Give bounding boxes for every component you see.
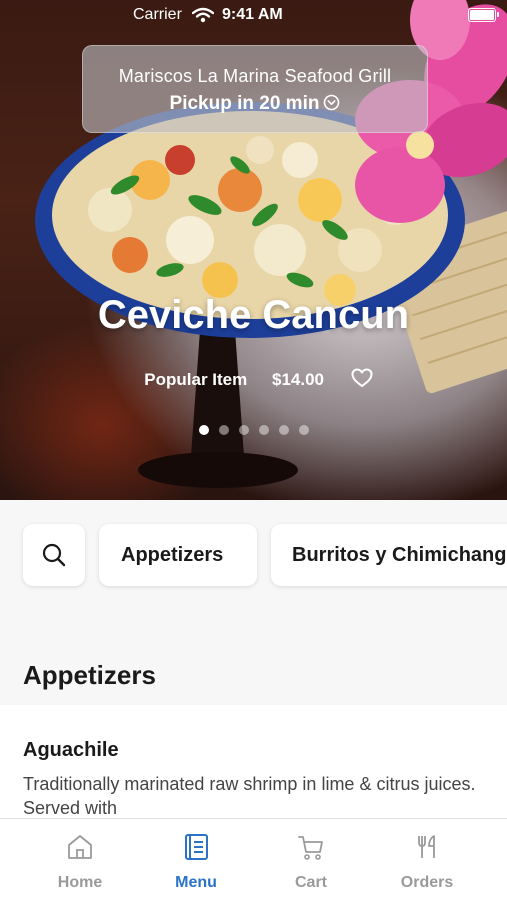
restaurant-name: Mariscos La Marina Seafood Grill	[118, 66, 392, 86]
carousel-dot[interactable]	[198, 425, 209, 435]
status-time: 9:41 AM	[222, 6, 283, 23]
search-icon	[42, 543, 66, 567]
featured-item-meta: Popular Item $14.00	[0, 368, 507, 390]
carousel-dot[interactable]	[218, 425, 229, 435]
pickup-time-selector[interactable]: Pickup in 20 min	[83, 93, 427, 115]
section-title: Appetizers	[23, 660, 156, 690]
search-button[interactable]	[23, 524, 85, 586]
hero-banner[interactable]: Carrier 9:41 AM Mariscos La Marina Seafo…	[0, 0, 507, 500]
featured-price: $14.00	[271, 370, 324, 389]
pickup-info-pill[interactable]: Mariscos La Marina Seafood Grill Pickup …	[82, 45, 428, 133]
wifi-icon	[192, 7, 214, 23]
tab-orders-label: Orders	[400, 874, 454, 891]
home-icon	[68, 835, 92, 859]
tab-home[interactable]: Home	[30, 833, 130, 892]
chevron-down-circle-icon	[324, 94, 340, 111]
fork-knife-icon	[418, 835, 435, 858]
carousel-dot[interactable]	[258, 425, 269, 435]
carrier-label: Carrier	[133, 6, 182, 23]
menu-item-description: Traditionally marinated raw shrimp in li…	[23, 774, 476, 818]
popular-badge: Popular Item	[144, 370, 248, 389]
status-bar: Carrier 9:41 AM	[0, 0, 507, 30]
menu-book-icon	[185, 834, 208, 860]
tab-menu-label: Menu	[175, 874, 217, 891]
carousel-pagination[interactable]	[0, 422, 507, 440]
tab-cart[interactable]: Cart	[261, 833, 361, 892]
battery-icon	[468, 8, 499, 22]
category-chip-appetizers[interactable]: Appetizers	[99, 524, 257, 586]
carousel-dot[interactable]	[278, 425, 289, 435]
carousel-dot[interactable]	[238, 425, 249, 435]
category-bar: Appetizers Burritos y Chimichangas	[0, 500, 507, 610]
tab-bar: Home Menu Cart Orders	[0, 818, 507, 901]
cart-icon	[298, 836, 323, 860]
tab-menu[interactable]: Menu	[146, 833, 246, 892]
carousel-dot[interactable]	[298, 425, 309, 435]
menu-item-card[interactable]: Aguachile Traditionally marinated raw sh…	[0, 705, 507, 820]
heart-icon[interactable]	[351, 368, 373, 388]
menu-item-name: Aguachile	[23, 739, 119, 761]
tab-orders[interactable]: Orders	[377, 833, 477, 892]
category-chip-burritos[interactable]: Burritos y Chimichangas	[271, 524, 507, 586]
tab-cart-label: Cart	[294, 874, 327, 891]
featured-item-title: Ceviche Cancun	[97, 293, 410, 337]
tab-home-label: Home	[57, 874, 103, 891]
pickup-time-label: Pickup in 20 min	[169, 93, 320, 114]
